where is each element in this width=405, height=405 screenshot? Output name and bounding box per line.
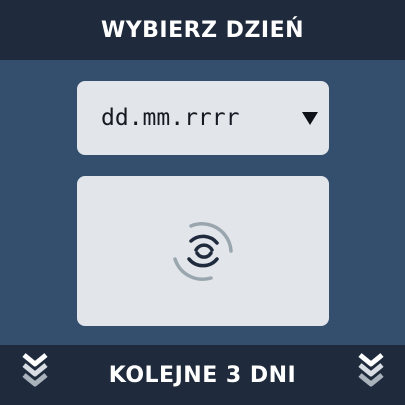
double-chevron-down-icon <box>22 353 48 387</box>
content-panel <box>77 176 329 326</box>
header-bar: WYBIERZ DZIEŃ <box>0 0 405 60</box>
double-chevron-down-icon <box>358 353 384 387</box>
date-select-value: dd.mm.rrrr <box>101 105 240 131</box>
next-3-days-label: KOLEJNE 3 DNI <box>108 362 297 388</box>
caret-down-icon <box>299 107 321 129</box>
loading-spinner-icon <box>173 222 233 281</box>
date-select[interactable]: dd.mm.rrrr <box>77 81 329 155</box>
next-3-days-button[interactable]: KOLEJNE 3 DNI <box>0 345 405 405</box>
page-title: WYBIERZ DZIEŃ <box>100 17 305 43</box>
